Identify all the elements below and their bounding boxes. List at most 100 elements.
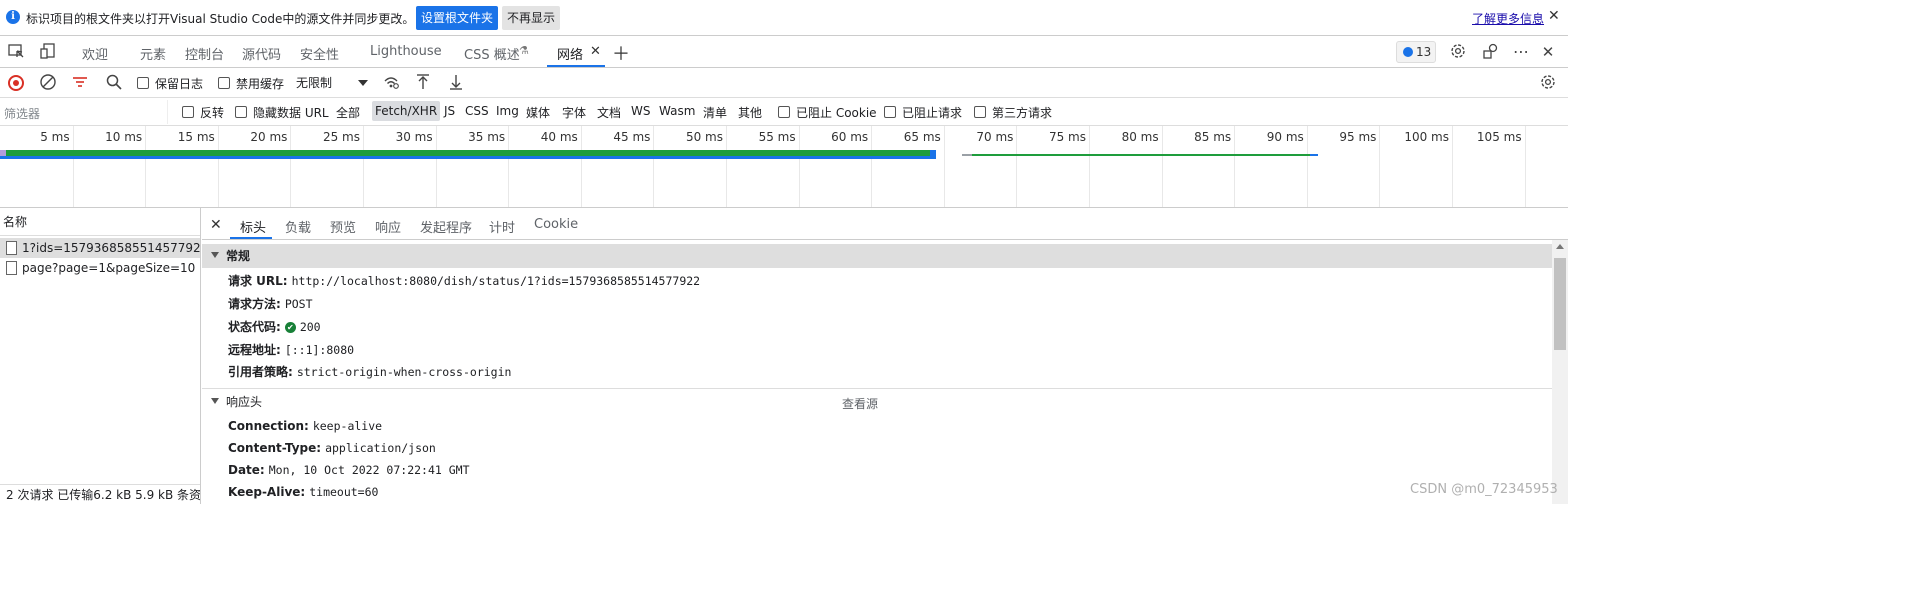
header-value: timeout=60 [309,485,379,499]
timeline-bar-request-2-queue [962,154,972,156]
import-har-icon[interactable] [413,73,433,93]
timeline-gridline [363,126,364,207]
type-filter-fetch-xhr[interactable]: Fetch/XHR [372,101,441,121]
third-party-checkbox[interactable] [974,106,986,118]
type-filter-js[interactable]: JS [444,104,455,118]
close-tab-icon[interactable]: ✕ [590,44,601,59]
tab-console[interactable]: 控制台 [185,44,224,63]
tab-security[interactable]: 安全性 [300,44,339,63]
preserve-log-checkbox[interactable] [137,77,149,89]
customize-icon[interactable] [1481,42,1501,62]
request-method-row: 请求方法: POST [228,295,313,313]
learn-more-link[interactable]: 了解更多信息 [1472,10,1544,27]
header-value: application/json [325,441,436,455]
timeline-tick-label: 15 ms [177,130,215,144]
network-conditions-icon[interactable] [381,73,401,93]
response-header-row: Content-Type: application/json [228,441,436,459]
throttling-select[interactable]: 无限制 [296,72,370,94]
devtools-main-tabbar: 欢迎 元素 控制台 源代码 安全性 Lighthouse CSS 概述 ⚗ 网络… [0,36,1568,68]
export-har-icon[interactable] [446,73,466,93]
timeline-gridline [1234,126,1236,207]
type-filter-css[interactable]: CSS [465,104,489,118]
timeline-gridline [943,126,945,207]
tab-elements[interactable]: 元素 [140,44,166,63]
header-value: keep-alive [312,419,383,433]
header-value: Mon, 10 Oct 2022 07:22:41 GMT [268,463,470,477]
set-root-folder-button[interactable]: 设置根文件夹 [416,6,499,30]
tab-payload[interactable]: 负载 [285,217,311,236]
record-icon[interactable] [8,75,24,91]
blocked-cookies-label: 已阻止 Cookie [796,106,877,120]
invert-checkbox[interactable] [182,106,194,118]
type-filter-doc[interactable]: 文档 [597,104,621,121]
timeline-tick-label: 65 ms [903,130,941,144]
tab-welcome[interactable]: 欢迎 [82,44,108,63]
referrer-policy-row: 引用者策略: strict-origin-when-cross-origin [228,363,511,381]
timeline-gridline [1089,126,1090,207]
inspect-element-icon[interactable] [6,42,26,62]
type-filter-font[interactable]: 字体 [562,104,586,121]
type-filter-img[interactable]: Img [496,104,519,118]
disable-cache-checkbox[interactable] [218,77,230,89]
request-name: 1?ids=1579368585514577922 [22,241,200,255]
timeline-bar-request-2-waiting [972,154,1310,156]
timeline-tick-label: 70 ms [976,130,1014,144]
tab-sources[interactable]: 源代码 [242,44,281,63]
list-item[interactable]: 1?ids=1579368585514577922 [0,238,200,258]
tab-lighthouse[interactable]: Lighthouse [370,44,442,59]
tab-network[interactable]: 网络 [557,44,583,63]
dont-show-again-button[interactable]: 不再显示 [502,6,561,30]
clear-icon[interactable] [38,73,58,93]
tab-preview[interactable]: 预览 [330,217,356,236]
tab-headers[interactable]: 标头 [240,217,266,236]
network-overview-timeline[interactable]: 5 ms 10 ms 15 ms 20 ms 25 ms 30 ms 35 ms 40 ms 4… [0,126,1568,208]
add-tab-icon[interactable]: ＋ [612,40,630,66]
header-value: [::1]:8080 [284,343,355,357]
filter-input[interactable]: 筛选器 [0,100,168,124]
network-settings-gear-icon[interactable] [1538,73,1558,93]
disable-cache-label: 禁用缓存 [236,77,285,91]
tab-timing[interactable]: 计时 [489,217,515,236]
blocked-requests-checkbox[interactable] [884,106,896,118]
timeline-gridline [145,126,147,207]
list-item[interactable]: page?page=1&pageSize=10 [0,258,200,278]
close-devtools-icon[interactable]: ✕ [1538,42,1558,62]
type-filter-all[interactable]: 全部 [336,104,360,121]
section-divider [202,388,1552,389]
general-section-header[interactable]: 常规 [202,244,1552,268]
tab-css-overview[interactable]: CSS 概述 [464,44,520,63]
blocked-cookies-checkbox[interactable] [778,106,790,118]
detail-scrollbar[interactable] [1552,240,1568,504]
tab-initiator[interactable]: 发起程序 [420,217,472,236]
view-source-button[interactable]: 查看源 [842,395,878,412]
type-filter-media[interactable]: 媒体 [526,104,550,121]
status-ok-icon: ✔ [284,322,296,333]
device-emulation-icon[interactable] [38,42,58,62]
filter-icon[interactable] [70,73,90,93]
timeline-tick-label: 50 ms [685,130,723,144]
hide-data-urls-label: 隐藏数据 URL [253,106,329,120]
info-icon: i [6,10,20,24]
close-detail-icon[interactable]: ✕ [210,217,222,233]
more-options-icon[interactable]: ⋯ [1511,42,1531,62]
type-filter-wasm[interactable]: Wasm [659,104,695,118]
tab-cookie[interactable]: Cookie [534,217,578,232]
close-icon[interactable]: ✕ [1548,8,1560,24]
hide-data-urls-checkbox[interactable] [235,106,247,118]
network-toolbar: 保留日志 禁用缓存 无限制 [0,68,1568,98]
scrollbar-thumb[interactable] [1554,258,1566,350]
gear-icon[interactable] [1448,42,1468,62]
tab-response[interactable]: 响应 [375,217,401,236]
name-column-header[interactable]: 名称 [0,208,200,236]
throttling-value: 无限制 [296,76,333,90]
type-filter-ws[interactable]: WS [631,104,650,118]
header-key: Date: [228,463,265,477]
type-filter-manifest[interactable]: 清单 [703,104,727,121]
type-filter-other[interactable]: 其他 [738,104,762,121]
issues-badge[interactable]: 13 [1396,41,1436,63]
response-header-row: Connection: keep-alive [228,419,382,437]
search-icon[interactable] [104,73,124,93]
scroll-up-icon[interactable] [1556,244,1564,249]
timeline-tick-label: 75 ms [1048,130,1086,144]
network-summary: 2 次请求 已传输6.2 kB 5.9 kB 条资 [0,484,200,504]
